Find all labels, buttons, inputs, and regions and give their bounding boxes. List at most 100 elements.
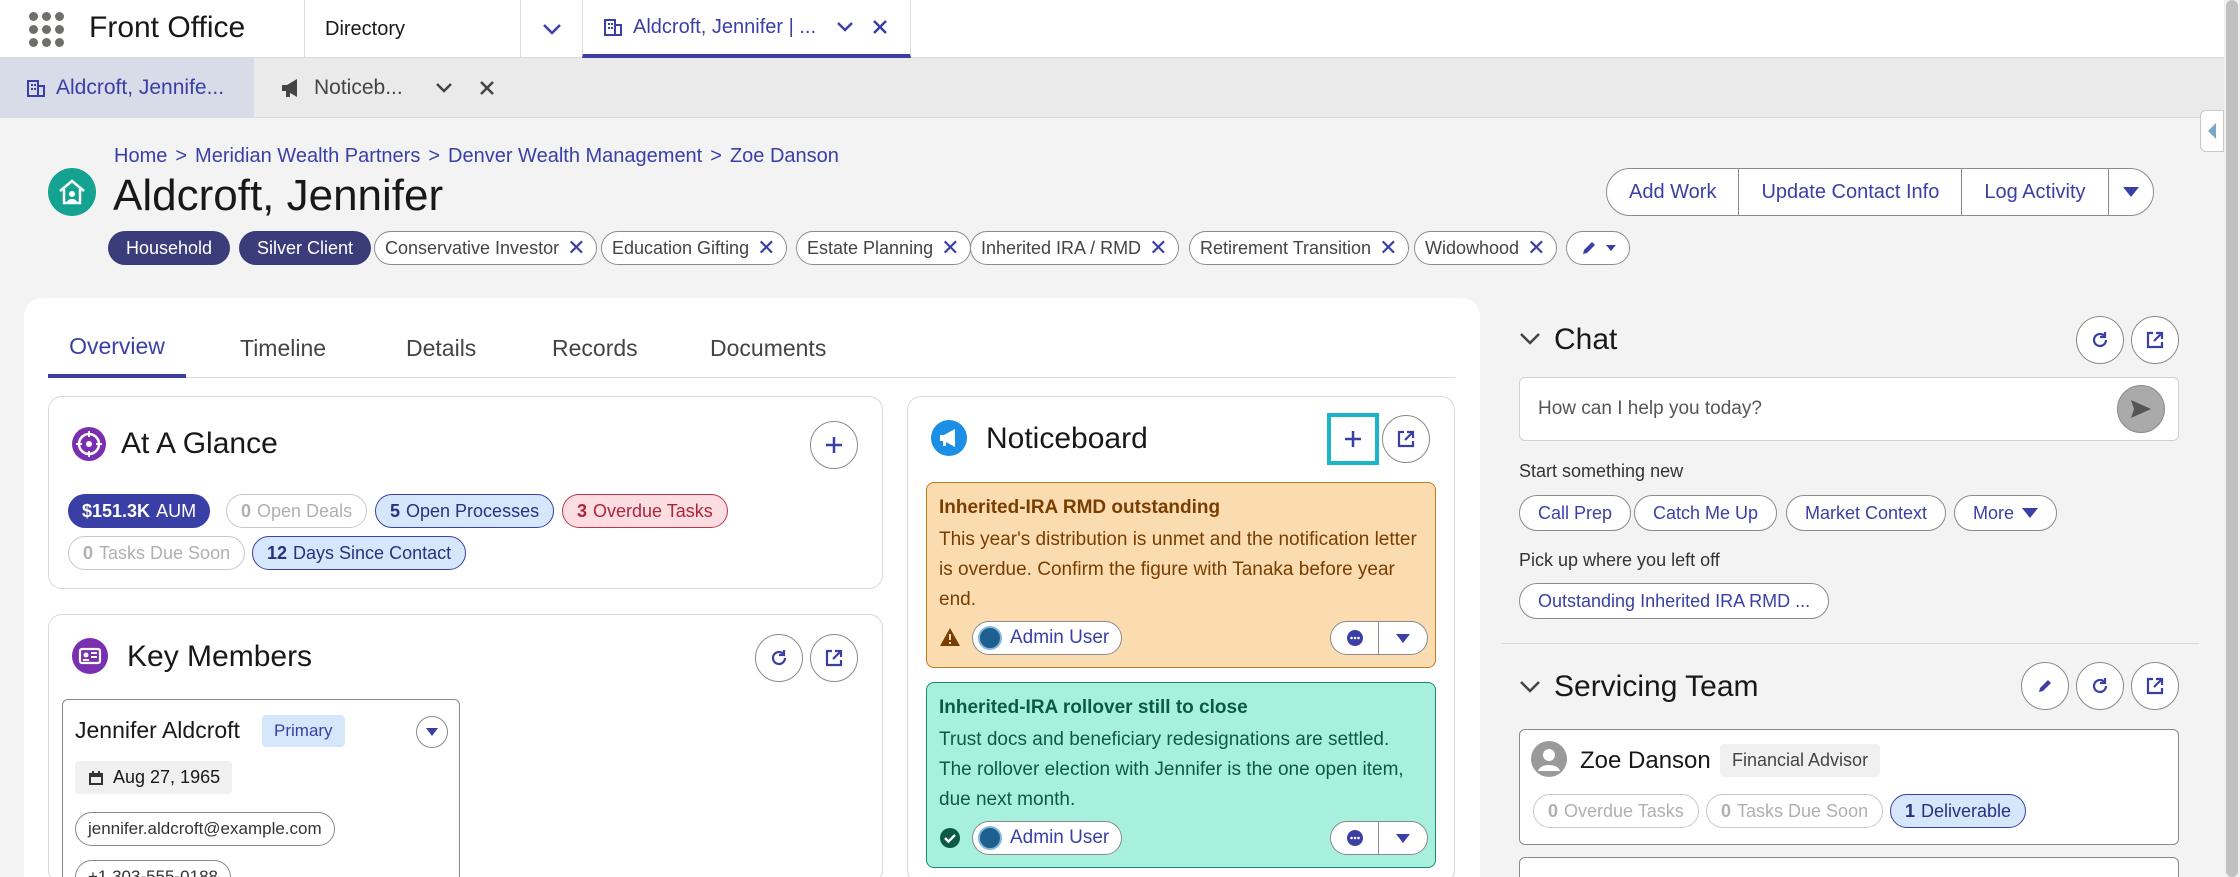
page-title: Aldcroft, Jennifer [113,171,444,220]
refresh-team-button[interactable] [2076,662,2124,710]
glance-title: At A Glance [121,427,278,460]
subtab-noticeboard[interactable]: Noticeb... [254,58,514,118]
notice-menu-button[interactable] [1379,822,1427,854]
chat-collapse-chevron-icon[interactable] [1519,332,1541,346]
nav-overflow-chevron-icon[interactable] [520,0,582,58]
add-work-button[interactable]: Add Work [1607,169,1740,215]
remove-tag-icon[interactable]: ✕ [567,237,585,259]
more-actions-button[interactable] [2109,169,2153,215]
member-name[interactable]: Jennifer Aldcroft [75,717,240,744]
send-button[interactable] [2117,385,2165,433]
subtab-label: Noticeb... [314,76,403,99]
tag-label: Estate Planning [807,237,934,258]
team-member-card-next [1519,857,2179,877]
stat-tasks-due-soon[interactable]: 0 Tasks Due Soon [68,536,246,570]
starter-market-context[interactable]: Market Context [1786,495,1947,531]
stat-label: Overdue Tasks [1564,800,1684,821]
starter-call-prep[interactable]: Call Prep [1519,495,1632,531]
stat-days-since-contact[interactable]: 12 Days Since Contact [252,536,467,570]
stat-open-deals[interactable]: 0 Open Deals [226,494,368,528]
comment-button[interactable] [1331,822,1379,854]
remove-tag-icon[interactable]: ✕ [941,237,959,259]
notice-menu-button[interactable] [1379,622,1427,654]
stat-aum[interactable]: $151.3K AUM [68,494,211,528]
open-noticeboard-button[interactable] [1382,415,1430,463]
warning-icon [939,627,961,647]
stat-open-processes[interactable]: 5 Open Processes [375,494,555,528]
breadcrumb-separator: > [175,145,188,167]
stat-label: Tasks Due Soon [1737,800,1869,821]
subtab-aldcroft[interactable]: Aldcroft, Jennife... [0,58,254,118]
app-name: Front Office [89,11,246,44]
chevron-down-icon[interactable] [435,82,453,94]
refresh-members-button[interactable] [755,634,803,682]
caret-down-icon [1396,833,1410,843]
breadcrumb-separator: > [428,145,441,167]
member-menu-button[interactable] [416,716,448,748]
update-contact-button[interactable]: Update Contact Info [1739,169,1963,215]
tab-documents[interactable]: Documents [710,318,826,378]
stat-value: 1 [1905,800,1916,821]
user-avatar [978,826,1002,850]
close-icon[interactable] [479,80,495,96]
edit-tags-button[interactable] [1566,231,1630,265]
tag-chip: Conservative Investor ✕ [374,231,597,265]
close-icon[interactable] [872,19,888,35]
tab-overview[interactable]: Overview [48,318,186,378]
side-panel-handle[interactable] [2200,110,2224,152]
divider [1502,643,2199,644]
starter-more[interactable]: More [1954,495,2058,531]
recent-conversation[interactable]: Outstanding Inherited IRA RMD ... [1519,583,1830,619]
pickup-label: Pick up where you left off [1519,550,1720,570]
caret-down-icon [1606,245,1616,251]
chevron-down-icon[interactable] [836,21,854,33]
member-phone[interactable]: +1 303-555-0188 [75,860,231,877]
open-members-button[interactable] [810,634,858,682]
breadcrumb-advisor[interactable]: Zoe Danson [730,145,839,168]
user-avatar-icon [1531,741,1567,777]
key-members-title: Key Members [127,640,313,673]
open-chat-button[interactable] [2131,316,2179,364]
stat-overdue-tasks[interactable]: 3 Overdue Tasks [562,494,728,528]
notice-author[interactable]: Admin User [972,821,1123,855]
team-stat-deliverable[interactable]: 1 Deliverable [1890,794,2027,828]
notice-author[interactable]: Admin User [972,621,1123,655]
page-scrollbar-thumb[interactable] [2226,0,2238,877]
remove-tag-icon[interactable]: ✕ [1527,237,1545,259]
nav-tab-directory[interactable]: Directory [304,0,520,58]
starter-catch-me-up[interactable]: Catch Me Up [1634,495,1778,531]
breadcrumb-firm[interactable]: Meridian Wealth Partners [195,145,420,168]
tag-chip: Retirement Transition ✕ [1189,231,1409,265]
remove-tag-icon[interactable]: ✕ [757,237,775,259]
tab-records[interactable]: Records [552,318,638,378]
add-glance-button[interactable] [810,421,858,469]
breadcrumb-office[interactable]: Denver Wealth Management [448,145,702,168]
team-stat-due-soon[interactable]: 0 Tasks Due Soon [1706,794,1884,828]
team-collapse-chevron-icon[interactable] [1519,680,1541,694]
tag-label: Retirement Transition [1200,237,1372,258]
chat-title: Chat [1554,323,1618,356]
add-notice-button[interactable] [1327,413,1379,465]
remove-tag-icon[interactable]: ✕ [1379,237,1397,259]
stat-value: 0 [83,542,94,563]
open-team-button[interactable] [2131,662,2179,710]
app-launcher-icon[interactable] [28,11,64,47]
refresh-icon [2092,678,2108,694]
tab-details[interactable]: Details [406,318,476,378]
glance-icon [72,427,106,461]
notice-heading: Inherited-IRA rollover still to close [939,697,1248,718]
tag-chip: Inherited IRA / RMD ✕ [970,231,1179,265]
team-stat-overdue[interactable]: 0 Overdue Tasks [1533,794,1699,828]
member-email[interactable]: jennifer.aldcroft@example.com [75,812,335,846]
tab-timeline[interactable]: Timeline [240,318,326,378]
team-member-name[interactable]: Zoe Danson [1580,747,1711,775]
chat-input[interactable]: How can I help you today? [1519,377,2179,441]
edit-team-button[interactable] [2021,662,2069,710]
refresh-chat-button[interactable] [2076,316,2124,364]
comment-button[interactable] [1331,622,1379,654]
breadcrumb-home[interactable]: Home [114,145,167,168]
log-activity-button[interactable]: Log Activity [1962,169,2109,215]
nav-tab-aldcroft[interactable]: Aldcroft, Jennifer | ... [582,0,911,58]
remove-tag-icon[interactable]: ✕ [1149,237,1167,259]
tag-chip: Education Gifting ✕ [601,231,787,265]
